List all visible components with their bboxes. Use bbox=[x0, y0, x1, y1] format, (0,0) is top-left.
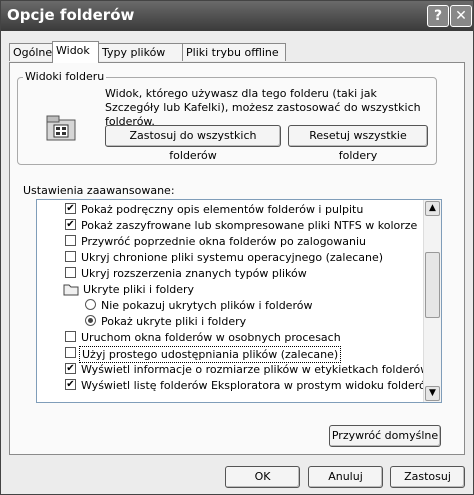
advanced-settings-list: ✔ Pokaż podręczny opis elementów folderó… bbox=[36, 199, 442, 403]
folder-views-group-title: Widoki folderu bbox=[23, 70, 107, 83]
checkbox[interactable] bbox=[65, 267, 76, 278]
folder-icon bbox=[63, 284, 79, 296]
checkbox[interactable]: ✔ bbox=[65, 219, 76, 230]
close-button[interactable]: ✕ bbox=[450, 5, 472, 27]
dialog-title: Opcje folderów bbox=[7, 6, 135, 24]
checkbox[interactable] bbox=[65, 235, 76, 246]
folder-views-icon bbox=[46, 115, 76, 141]
checkbox[interactable] bbox=[65, 347, 76, 358]
checkbox[interactable]: ✔ bbox=[65, 363, 76, 374]
checkbox[interactable] bbox=[65, 331, 76, 342]
ok-button[interactable]: OK bbox=[225, 466, 300, 488]
focused-item-label: Użyj prostego udostępniania plików (zale… bbox=[79, 346, 342, 363]
tab-offline-files[interactable]: Pliki trybu offline bbox=[182, 43, 286, 61]
reset-all-folders-button[interactable]: Resetuj wszystkie foldery bbox=[288, 125, 428, 162]
cancel-button[interactable]: Anuluj bbox=[308, 466, 383, 488]
radio-button[interactable] bbox=[85, 315, 96, 326]
title-bar: Opcje folderów ? ✕ bbox=[1, 1, 473, 31]
scroll-up-icon[interactable]: ▲ bbox=[425, 201, 440, 216]
advanced-settings-label: Ustawienia zaawansowane: bbox=[23, 184, 175, 197]
tab-file-types[interactable]: Typy plików bbox=[98, 43, 183, 61]
tab-view[interactable]: Widok bbox=[52, 41, 99, 63]
vertical-scrollbar[interactable]: ▲ ▼ bbox=[423, 200, 441, 402]
scroll-thumb[interactable] bbox=[425, 252, 440, 318]
radio-button[interactable] bbox=[85, 299, 96, 310]
folder-options-dialog: Opcje folderów ? ✕ Ogólne Widok Typy pli… bbox=[0, 0, 474, 495]
checkbox[interactable] bbox=[65, 251, 76, 262]
tab-general[interactable]: Ogólne bbox=[9, 43, 53, 61]
checkbox[interactable]: ✔ bbox=[65, 379, 76, 390]
restore-defaults-button[interactable]: Przywróć domyślne bbox=[329, 425, 441, 447]
apply-to-all-folders-button[interactable]: Zastosuj do wszystkich folderów bbox=[105, 125, 281, 162]
scroll-down-icon[interactable]: ▼ bbox=[425, 386, 440, 401]
apply-button[interactable]: Zastosuj bbox=[390, 466, 465, 488]
folder-views-description: Widok, którego używasz dla tego folderu … bbox=[105, 87, 421, 128]
checkbox[interactable]: ✔ bbox=[65, 203, 76, 214]
help-button[interactable]: ? bbox=[427, 5, 449, 27]
